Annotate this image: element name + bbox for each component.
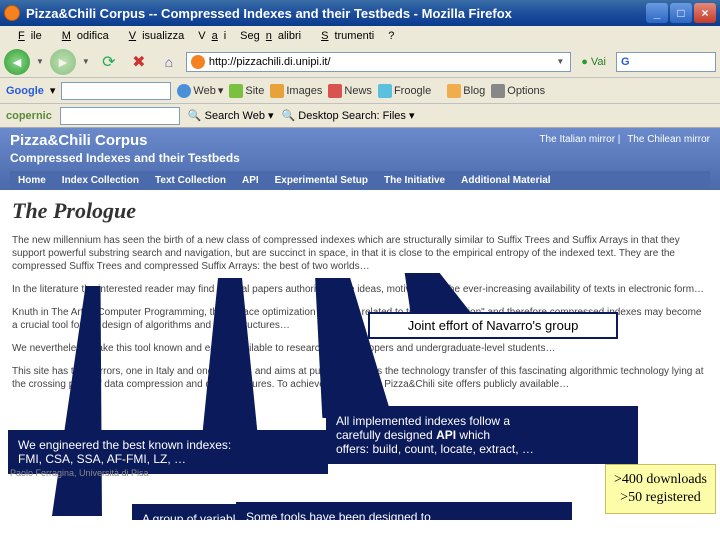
gbar-blog[interactable]: Blog <box>447 84 485 98</box>
site-subtitle: Compressed Indexes and their Testbeds <box>10 151 710 165</box>
url-input[interactable] <box>209 56 554 68</box>
menu-bar: File Modifica Visualizza Vai Segnalibri … <box>0 26 720 46</box>
menu-file[interactable]: File <box>6 28 48 44</box>
window-title: Pizza&Chili Corpus -- Compressed Indexes… <box>26 6 646 21</box>
stat-downloads: >400 downloads <box>614 471 707 489</box>
copernic-desktop[interactable]: 🔍 Desktop Search: Files ▾ <box>282 109 415 122</box>
nav-api[interactable]: API <box>234 171 267 190</box>
copernic-logo: copernic <box>6 110 52 122</box>
nav-experimental[interactable]: Experimental Setup <box>267 171 376 190</box>
forward-dropdown-icon[interactable]: ▼ <box>80 57 92 66</box>
images-icon <box>270 84 284 98</box>
web-icon <box>177 84 191 98</box>
menu-tools[interactable]: Strumenti <box>309 28 380 44</box>
stat-registered: >50 registered <box>614 489 707 507</box>
nav-additional[interactable]: Additional Material <box>453 171 558 190</box>
prologue-heading: The Prologue <box>12 198 708 224</box>
maximize-button[interactable]: □ <box>670 3 692 23</box>
menu-view[interactable]: Visualizza <box>117 28 191 44</box>
stop-button[interactable]: ✖ <box>126 49 152 75</box>
menu-help[interactable]: ? <box>382 28 400 44</box>
firefox-icon <box>4 5 20 21</box>
go-button[interactable]: Vai <box>575 54 612 70</box>
callout-joint-effort: Joint effort of Navarro's group <box>368 312 618 339</box>
slide-footer: Paolo Ferragina, Università di Pisa <box>10 468 149 478</box>
copernic-input[interactable] <box>60 107 180 125</box>
site-icon <box>229 84 243 98</box>
froogle-icon <box>378 84 392 98</box>
gbar-options[interactable]: Options <box>491 84 545 98</box>
back-button[interactable]: ◄ <box>4 49 30 75</box>
site-nav: Home Index Collection Text Collection AP… <box>10 171 710 190</box>
blog-icon <box>447 84 461 98</box>
news-icon <box>328 84 342 98</box>
google-logo: Google <box>6 85 44 97</box>
gbar-web[interactable]: Web ▾ <box>177 84 223 98</box>
gbar-site[interactable]: Site <box>229 84 264 98</box>
back-dropdown-icon[interactable]: ▼ <box>34 57 46 66</box>
minimize-button[interactable]: _ <box>646 3 668 23</box>
prologue-p2: In the literature the interested reader … <box>12 283 708 296</box>
site-header: Pizza&Chili Corpus Compressed Indexes an… <box>0 128 720 190</box>
menu-go[interactable]: Vai <box>192 28 232 44</box>
page-content: Pizza&Chili Corpus Compressed Indexes an… <box>0 128 720 520</box>
mirror-links: The Italian mirror | The Chilean mirror <box>535 134 710 145</box>
mirror-chile[interactable]: The Chilean mirror <box>627 134 710 145</box>
callout-tools: Some tools have been designed to automat… <box>236 502 572 520</box>
nav-initiative[interactable]: The Initiative <box>376 171 453 190</box>
site-favicon <box>191 55 205 69</box>
reload-button[interactable]: ⟳ <box>96 49 122 75</box>
google-dropdown-icon[interactable]: ▾ <box>50 84 56 97</box>
gbar-froogle[interactable]: Froogle <box>378 84 431 98</box>
copernic-toolbar: copernic 🔍 Search Web ▾ 🔍 Desktop Search… <box>0 104 720 128</box>
google-search-input[interactable] <box>61 82 171 100</box>
forward-button[interactable]: ► <box>50 49 76 75</box>
url-dropdown-icon[interactable]: ▼ <box>554 57 566 66</box>
menu-edit[interactable]: Modifica <box>50 28 115 44</box>
options-icon <box>491 84 505 98</box>
mirror-italy[interactable]: The Italian mirror <box>539 134 615 145</box>
window-controls: _ □ × <box>646 3 716 23</box>
nav-home[interactable]: Home <box>10 171 54 190</box>
copernic-searchweb[interactable]: 🔍 Search Web ▾ <box>188 109 274 122</box>
callout-api: All implemented indexes follow a careful… <box>326 406 638 464</box>
nav-index-collection[interactable]: Index Collection <box>54 171 147 190</box>
prologue-p1: The new millennium has seen the birth of… <box>12 234 708 273</box>
gbar-news[interactable]: News <box>328 84 372 98</box>
search-box[interactable] <box>616 52 716 72</box>
window-titlebar: Pizza&Chili Corpus -- Compressed Indexes… <box>0 0 720 26</box>
menu-bookmarks[interactable]: Segnalibri <box>234 28 307 44</box>
nav-text-collection[interactable]: Text Collection <box>147 171 234 190</box>
gbar-images[interactable]: Images <box>270 84 322 98</box>
close-button[interactable]: × <box>694 3 716 23</box>
navigation-toolbar: ◄ ▼ ► ▼ ⟳ ✖ ⌂ ▼ Vai <box>0 46 720 78</box>
stats-box: >400 downloads >50 registered <box>605 464 716 514</box>
home-button[interactable]: ⌂ <box>156 49 182 75</box>
url-bar[interactable]: ▼ <box>186 52 571 72</box>
google-toolbar: Google ▾ Web ▾ Site Images News Froogle … <box>0 78 720 104</box>
